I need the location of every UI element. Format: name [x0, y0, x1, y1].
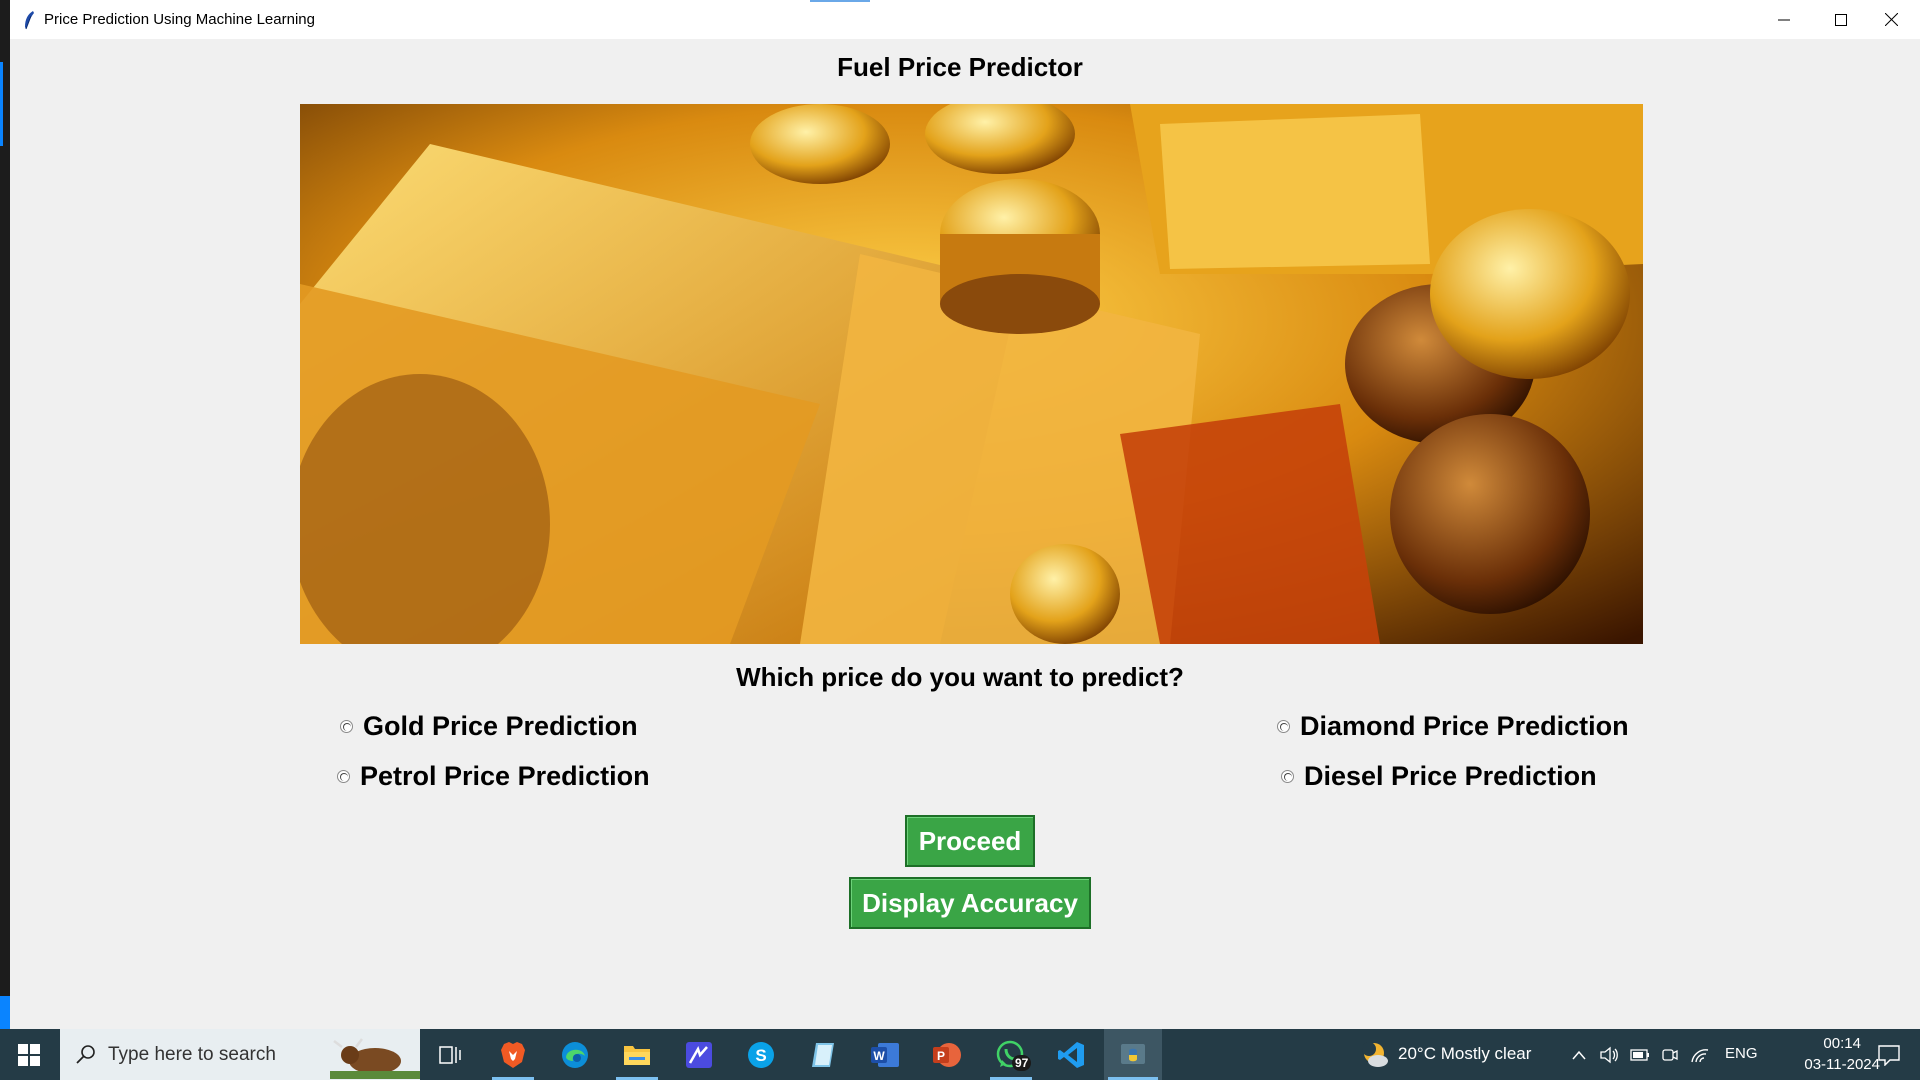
brave-button[interactable]	[488, 1029, 538, 1080]
taskbar-search[interactable]: Type here to search	[60, 1029, 420, 1080]
svg-text:W: W	[873, 1049, 885, 1063]
radio-button[interactable]	[340, 720, 353, 733]
taskbar: Type here to search S W P 97 20°C Mostly…	[0, 1029, 1920, 1080]
weather-text[interactable]: 20°C Mostly clear	[1398, 1044, 1531, 1064]
camera-icon	[1662, 1048, 1678, 1061]
app-icon	[686, 1041, 712, 1068]
search-icon	[76, 1045, 95, 1064]
vscode-icon	[1058, 1041, 1084, 1068]
powerpoint-button[interactable]: P	[922, 1029, 972, 1080]
moon-cloud-icon	[1362, 1041, 1388, 1067]
whatsapp-badge: 97	[1012, 1055, 1032, 1071]
radio-petrol[interactable]: Petrol Price Prediction	[337, 761, 650, 792]
word-icon: W	[871, 1042, 899, 1067]
speaker-icon	[1600, 1046, 1618, 1063]
question-text: Which price do you want to predict?	[736, 662, 1184, 692]
powerpoint-icon: P	[933, 1042, 961, 1067]
file-explorer-button[interactable]	[612, 1029, 662, 1080]
title-bar[interactable]: Price Prediction Using Machine Learning	[10, 0, 1920, 39]
vscode-button[interactable]	[1046, 1029, 1096, 1080]
gold-money-banner	[300, 104, 1643, 644]
maximize-icon	[1835, 13, 1847, 26]
task-view-icon	[439, 1045, 461, 1064]
proceed-button[interactable]: Proceed	[905, 815, 1035, 867]
show-hidden-icons[interactable]	[1568, 1029, 1590, 1080]
search-placeholder: Type here to search	[108, 1043, 276, 1065]
whatsapp-button[interactable]: 97	[984, 1029, 1038, 1080]
edge-button[interactable]	[550, 1029, 600, 1080]
radio-button[interactable]	[1277, 720, 1290, 733]
minimize-button[interactable]	[1755, 0, 1813, 39]
volume-button[interactable]	[1598, 1029, 1622, 1080]
language-indicator[interactable]: ENG	[1725, 1045, 1758, 1062]
bull-illustration-icon	[330, 1038, 420, 1079]
display-accuracy-button[interactable]: Display Accuracy	[849, 877, 1091, 929]
pinned-app-button[interactable]	[674, 1029, 724, 1080]
window-title: Price Prediction Using Machine Learning	[44, 11, 315, 28]
python-button[interactable]	[1104, 1029, 1162, 1080]
radio-diamond[interactable]: Diamond Price Prediction	[1277, 711, 1629, 742]
page-title: Fuel Price Predictor	[837, 52, 1083, 82]
meet-now-button[interactable]	[1658, 1029, 1682, 1080]
battery-icon	[1630, 1048, 1649, 1061]
task-view-button[interactable]	[427, 1029, 473, 1080]
radio-gold[interactable]: Gold Price Prediction	[340, 711, 638, 742]
close-button[interactable]	[1862, 0, 1920, 39]
battery-button[interactable]	[1628, 1029, 1652, 1080]
brave-icon	[501, 1041, 525, 1068]
notifications-button[interactable]	[1866, 1029, 1912, 1080]
wifi-icon	[1691, 1048, 1709, 1062]
left-desktop-strip	[0, 0, 10, 1029]
notification-icon	[1878, 1044, 1900, 1066]
python-icon	[1121, 1043, 1145, 1064]
file-explorer-icon	[624, 1045, 650, 1065]
word-button[interactable]: W	[860, 1029, 910, 1080]
edge-icon	[562, 1041, 588, 1068]
skype-button[interactable]: S	[736, 1029, 786, 1080]
weather-button[interactable]	[1355, 1029, 1395, 1080]
notepad-icon	[812, 1042, 834, 1067]
minimize-icon	[1778, 19, 1790, 20]
close-icon	[1884, 13, 1898, 26]
radio-button[interactable]	[1281, 770, 1294, 783]
radio-diesel[interactable]: Diesel Price Prediction	[1281, 761, 1597, 792]
svg-text:P: P	[937, 1049, 945, 1063]
start-button[interactable]	[0, 1029, 58, 1080]
svg-text:S: S	[755, 1046, 766, 1065]
feather-icon	[25, 11, 34, 30]
chevron-up-icon	[1572, 1050, 1586, 1059]
skype-icon: S	[748, 1041, 774, 1068]
notepad-button[interactable]	[798, 1029, 848, 1080]
network-button[interactable]	[1688, 1029, 1712, 1080]
windows-start-icon	[18, 1043, 40, 1066]
radio-button[interactable]	[337, 770, 350, 783]
